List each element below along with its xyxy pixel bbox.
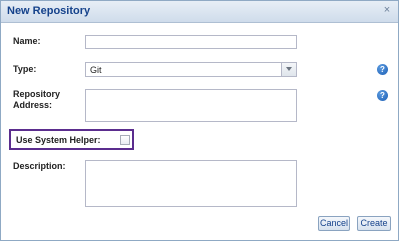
type-select-value: Git xyxy=(90,65,102,75)
type-select[interactable]: Git xyxy=(85,62,297,77)
create-button[interactable]: Create xyxy=(357,216,391,231)
type-label: Type: xyxy=(13,64,37,74)
use-system-helper-label: Use System Helper: xyxy=(16,135,101,145)
new-repository-dialog: New Repository × Name: Type: Git ? Repos… xyxy=(0,0,399,241)
type-help-icon[interactable]: ? xyxy=(377,64,388,75)
close-icon[interactable]: × xyxy=(381,4,393,17)
use-system-helper-checkbox[interactable] xyxy=(120,135,130,145)
chevron-down-icon[interactable] xyxy=(281,63,296,76)
name-input[interactable] xyxy=(85,35,297,49)
description-input[interactable] xyxy=(85,160,297,207)
description-label: Description: xyxy=(13,161,66,171)
cancel-button[interactable]: Cancel xyxy=(318,216,350,231)
name-label: Name: xyxy=(13,36,41,46)
dialog-titlebar[interactable]: New Repository × xyxy=(1,1,398,23)
repository-address-label-line1: Repository xyxy=(13,89,61,99)
dialog-title: New Repository xyxy=(7,5,91,17)
repository-address-label-line2: Address: xyxy=(13,100,53,110)
repository-address-help-icon[interactable]: ? xyxy=(377,90,388,101)
repository-address-input[interactable] xyxy=(85,89,297,122)
